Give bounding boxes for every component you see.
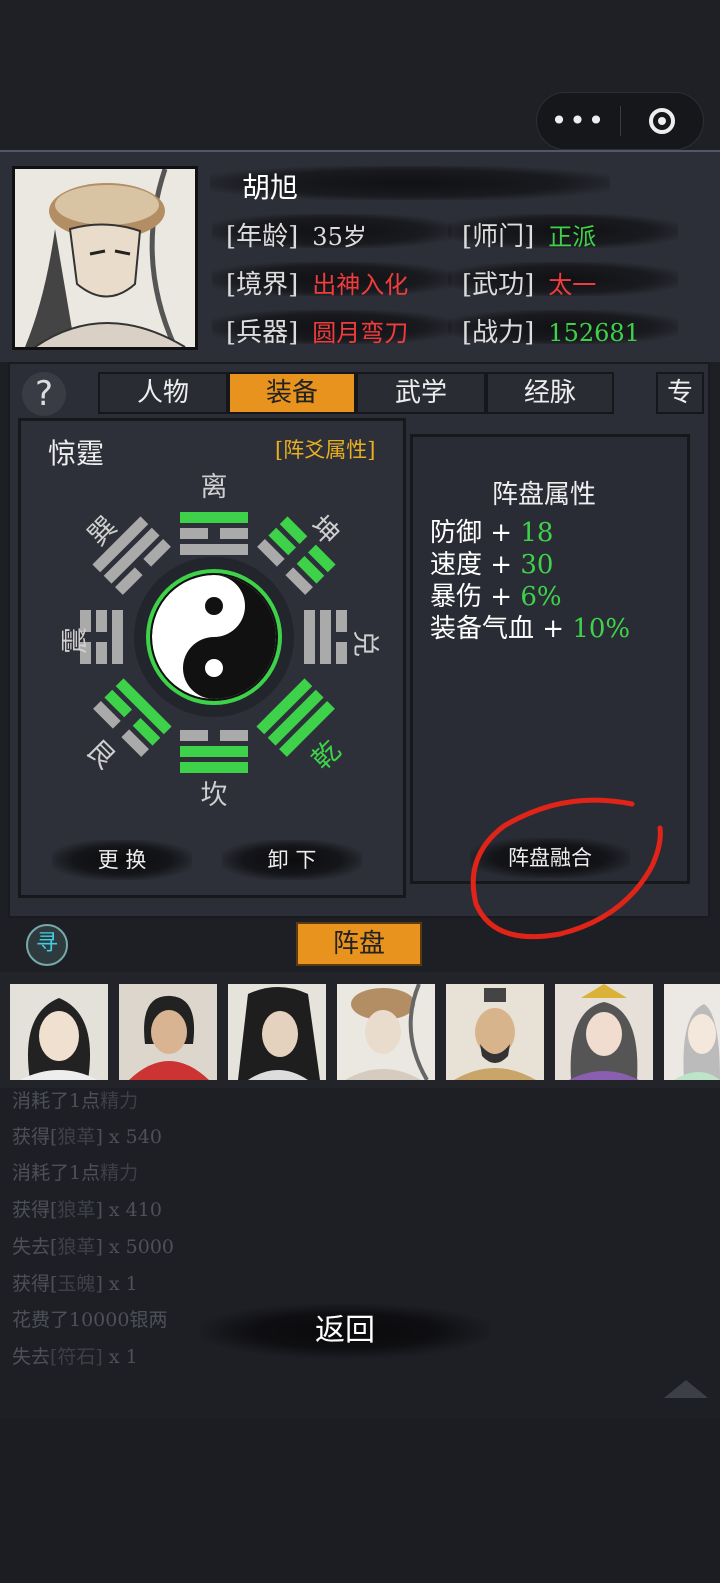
label-kun: 坤 <box>304 510 345 551</box>
hero-portrait[interactable] <box>119 984 217 1080</box>
character-portrait <box>12 166 198 350</box>
attr-power: [战力] 152681 <box>462 318 640 348</box>
mini-program-capsule: ••• <box>536 92 704 150</box>
replace-button[interactable]: 更 换 <box>52 840 192 880</box>
tab-special[interactable]: 专 <box>656 372 704 414</box>
hero-portrait[interactable] <box>555 984 653 1080</box>
label-kan: 坎 <box>201 780 228 810</box>
label-gen: 艮 <box>80 734 121 775</box>
hero-portrait[interactable] <box>446 984 544 1080</box>
attributes-title: 阵盘属性 <box>492 480 597 510</box>
trigram-li[interactable] <box>180 512 248 555</box>
log-line: 花费了10000银两 <box>12 1309 168 1331</box>
back-button[interactable]: 返回 <box>200 1304 490 1358</box>
tab-formation-disk[interactable]: 阵盘 <box>296 922 422 966</box>
log-line: 获得[玉魄] x 1 <box>12 1273 138 1295</box>
log-line: 失去[符石] x 1 <box>12 1346 138 1368</box>
log-line: 消耗了1点精力 <box>12 1162 139 1184</box>
hero-portrait-strip <box>0 972 720 1088</box>
tab-meridians[interactable]: 经脉 <box>486 372 614 414</box>
trigram-kan[interactable] <box>180 730 248 773</box>
character-name: 胡旭 <box>242 171 299 204</box>
label-qian: 乾 <box>306 735 347 776</box>
label-li: 离 <box>201 472 228 503</box>
log-line: 获得[狼革] x 540 <box>12 1126 162 1148</box>
log-line: 失去[狼革] x 5000 <box>12 1236 174 1258</box>
help-icon[interactable]: ? <box>22 372 66 416</box>
unload-button[interactable]: 卸 下 <box>222 840 362 880</box>
tab-martial-arts[interactable]: 武学 <box>356 372 486 414</box>
yin-yang-icon <box>152 575 276 699</box>
tab-character[interactable]: 人物 <box>98 372 228 414</box>
log-line: 消耗了1点精力 <box>12 1090 139 1112</box>
character-header: 胡旭 [年龄] 35岁 [师门] 正派 [境界] 出神入化 [武功] 太一 [兵器] 圆月… <box>0 150 720 362</box>
trigram-dui[interactable] <box>304 610 347 664</box>
attr-weapon: [兵器] 圆月弯刀 <box>226 318 409 348</box>
hero-portrait[interactable] <box>10 984 108 1080</box>
hero-portrait[interactable] <box>337 984 435 1080</box>
scroll-up-icon[interactable] <box>664 1380 708 1398</box>
stat-equip-hp: 装备气血 + 10% <box>430 614 631 644</box>
bottom-area <box>0 1418 720 1583</box>
label-dui: 兑 <box>349 630 380 657</box>
label-zhen: 震 <box>60 627 91 654</box>
tab-equipment[interactable]: 装备 <box>228 372 356 414</box>
bagua-diagram: 离 坎 震 兑 巽 坤 艮 乾 <box>60 472 380 810</box>
target-circle-icon[interactable] <box>621 108 703 134</box>
attr-realm: [境界] 出神入化 <box>226 270 409 300</box>
red-circle-annotation <box>470 797 663 940</box>
hero-portrait[interactable] <box>228 984 326 1080</box>
log-line: 获得[狼革] x 410 <box>12 1199 162 1221</box>
attr-sect: [师门] 正派 <box>462 222 597 252</box>
attr-age: [年龄] 35岁 <box>226 222 367 252</box>
more-dots-icon[interactable]: ••• <box>537 92 620 150</box>
search-icon[interactable]: 寻 <box>26 924 68 966</box>
attr-martial: [武功] 太一 <box>462 270 597 300</box>
hero-portrait[interactable] <box>664 984 720 1080</box>
